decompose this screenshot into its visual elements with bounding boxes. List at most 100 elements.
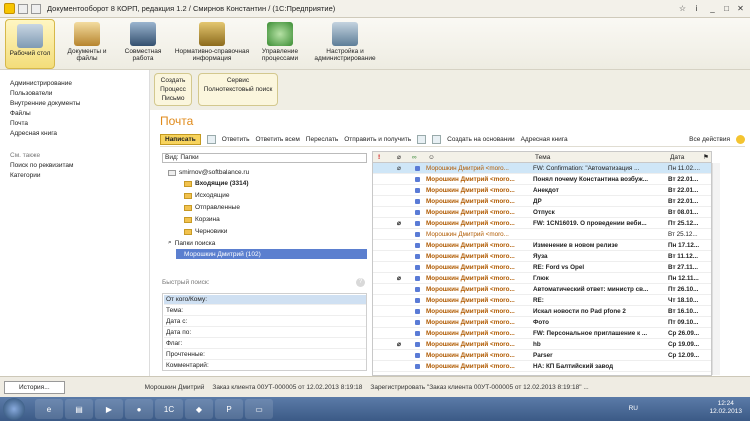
open-window-tab[interactable]: Зарегистрировать "Заказ клиента 00УТ-000…	[370, 384, 588, 391]
mail-row[interactable]: ⌀ Морошкин Дмитрий <moro... Глюк Пн 12.11..…	[373, 273, 711, 284]
importance-header[interactable]: !	[378, 152, 380, 163]
tree-search-folders[interactable]: ⌕ Папки поиска	[168, 239, 215, 247]
mail-date: Вт 08.01...	[668, 209, 699, 216]
section-collaboration[interactable]: Совместная работа	[118, 18, 168, 70]
mail-row[interactable]: Морошкин Дмитрий <moro... Отпуск Вт 08.01.…	[373, 207, 711, 218]
tree-search-item[interactable]: Морошкин Дмитрий (102)	[176, 249, 367, 259]
nav-item[interactable]: Поиск по реквизитам	[10, 162, 74, 169]
window-icon[interactable]: ▭	[245, 399, 273, 419]
tree-account[interactable]: smirnov@softbalance.ru	[168, 169, 249, 176]
subject-header[interactable]: Тема	[535, 152, 550, 163]
tree-drafts[interactable]: Черновики	[184, 228, 227, 235]
mail-row[interactable]: Морошкин Дмитрий <moro... Понял почему Ко…	[373, 174, 711, 185]
nav-item[interactable]: Почта	[10, 120, 28, 127]
new-icon[interactable]	[206, 135, 216, 144]
documents-icon	[74, 22, 100, 46]
filter-read[interactable]: Прочтенные:	[164, 350, 366, 360]
tree-outgoing[interactable]: Исходящие	[184, 192, 229, 199]
attachment-icon: ⌀	[397, 341, 401, 348]
mail-row[interactable]: ⌀ Морошкин Дмитрий <moro... hb Ср 19.09...	[373, 339, 711, 350]
back-icon[interactable]	[18, 3, 28, 14]
help-icon[interactable]: ?	[356, 278, 365, 287]
scrollbar[interactable]	[712, 163, 720, 375]
info-icon[interactable]: i	[691, 3, 702, 14]
send-receive-button[interactable]: Отправить и получить	[344, 136, 411, 143]
mail-row[interactable]: Морошкин Дмитрий <moro... Фото Пт 09.10...	[373, 317, 711, 328]
filter-from-to[interactable]: От кого/Кому:	[164, 295, 366, 305]
create-based-button[interactable]: Создать на основании	[447, 136, 514, 143]
presentation-icon[interactable]: P	[215, 399, 243, 419]
mail-row[interactable]: ⌀ Морошкин Дмитрий <moro... FW: Confirmati…	[373, 163, 711, 174]
nav-item[interactable]: Файлы	[10, 110, 31, 117]
mail-row[interactable]: Морошкин Дмитрий <moro... FW: Персонально…	[373, 328, 711, 339]
write-button[interactable]: Написать	[160, 134, 201, 145]
open-window-tab[interactable]: Морошкин Дмитрий	[145, 384, 205, 391]
filter-date-to[interactable]: Дата по:	[164, 328, 366, 338]
filter-subject[interactable]: Тема:	[164, 306, 366, 316]
filter-comment[interactable]: Комментарий:	[164, 361, 366, 371]
ie-icon[interactable]: e	[35, 399, 63, 419]
filter-date-from[interactable]: Дата с:	[164, 317, 366, 327]
create-letter-link[interactable]: Письмо	[155, 94, 191, 103]
onec-icon[interactable]: 1С	[155, 399, 183, 419]
clock-date: 12.02.2013	[709, 408, 742, 415]
date-header[interactable]: Дата	[670, 152, 684, 163]
mail-row[interactable]: Морошкин Дмитрий <moro... Вт 25.12...	[373, 229, 711, 240]
open-window-tab[interactable]: Заказ клиента 00УТ-000005 от 12.02.2013 …	[212, 384, 362, 391]
mail-row[interactable]: Морошкин Дмитрий <moro... Автоматический …	[373, 284, 711, 295]
history-button[interactable]: История...	[4, 380, 65, 394]
app-icon[interactable]: ◆	[185, 399, 213, 419]
star-icon[interactable]: ☆	[677, 3, 688, 14]
clock[interactable]: 12:24 12.02.2013	[709, 400, 742, 416]
section-documents[interactable]: Документы и файлы	[62, 18, 112, 70]
nav-item[interactable]: Пользователи	[10, 90, 52, 97]
close-icon[interactable]: ✕	[735, 3, 746, 14]
maximize-icon[interactable]: □	[721, 3, 732, 14]
tree-inbox[interactable]: Входящие (3314)	[184, 180, 249, 187]
folder-label: Морошкин Дмитрий (102)	[184, 250, 261, 258]
user-icon[interactable]: ☺	[428, 152, 435, 163]
view-selector[interactable]: Вид: Папки	[162, 153, 367, 163]
mail-row[interactable]: Морошкин Дмитрий <moro... Яуза Вт 11.12...	[373, 251, 711, 262]
language-indicator[interactable]: RU	[629, 405, 638, 412]
mail-row[interactable]: Морошкин Дмитрий <moro... ДР Вт 22.01...	[373, 196, 711, 207]
fulltext-search-link[interactable]: Полнотекстовый поиск	[199, 85, 277, 94]
media-player-icon[interactable]: ▶	[95, 399, 123, 419]
reply-button[interactable]: Ответить	[222, 136, 250, 143]
mail-row[interactable]: Морошкин Дмитрий <moro... RE: Чт 18.10...	[373, 295, 711, 306]
section-desktop[interactable]: Рабочий стол	[5, 19, 55, 69]
mail-row[interactable]: Морошкин Дмитрий <moro... RE: Ford vs Ope…	[373, 262, 711, 273]
forward-icon[interactable]	[31, 3, 41, 14]
nav-item[interactable]: Внутренние документы	[10, 100, 80, 107]
delete-icon[interactable]	[432, 135, 442, 144]
attachment-icon[interactable]: ⌀	[397, 152, 401, 163]
explorer-icon[interactable]: ▤	[65, 399, 93, 419]
mail-row[interactable]: Морошкин Дмитрий <moro... Parser Ср 12.09.…	[373, 350, 711, 361]
mail-row[interactable]: ⌀ Морошкин Дмитрий <moro... FW: 1CN16019. …	[373, 218, 711, 229]
address-book-button[interactable]: Адресная книга	[521, 136, 568, 143]
minimize-icon[interactable]: _	[707, 3, 718, 14]
start-button[interactable]	[3, 398, 25, 420]
section-settings[interactable]: Настройка и администрирование	[310, 18, 380, 70]
create-process-link[interactable]: Процесс	[155, 85, 191, 94]
flag-icon[interactable]: ⚑	[703, 152, 709, 163]
filter-flag[interactable]: Флаг:	[164, 339, 366, 349]
print-icon[interactable]	[417, 135, 427, 144]
tree-trash[interactable]: Корзина	[184, 216, 220, 223]
nav-item[interactable]: Адресная книга	[10, 130, 57, 137]
reply-all-button[interactable]: Ответить всем	[256, 136, 300, 143]
mail-row[interactable]: Морошкин Дмитрий <moro... Искал новости п…	[373, 306, 711, 317]
mail-row[interactable]: Морошкин Дмитрий <moro... Анекдот Вт 22.01…	[373, 185, 711, 196]
mail-row[interactable]: Морошкин Дмитрий <moro... Изменение в нов…	[373, 240, 711, 251]
section-processes[interactable]: Управление процессами	[256, 18, 304, 70]
help-icon[interactable]	[736, 135, 745, 144]
nav-item[interactable]: Категории	[10, 172, 41, 179]
section-reference[interactable]: Нормативно-справочная информация	[174, 18, 250, 70]
nav-item[interactable]: Администрирование	[10, 80, 72, 87]
link-icon[interactable]: ∞	[412, 152, 417, 163]
tree-sent[interactable]: Отправленные	[184, 204, 240, 211]
all-actions-button[interactable]: Все действия	[689, 136, 730, 143]
mail-row[interactable]: Морошкин Дмитрий <moro... НА: КП Балтийск…	[373, 361, 711, 372]
chrome-icon[interactable]: ●	[125, 399, 153, 419]
forward-button[interactable]: Переслать	[306, 136, 338, 143]
